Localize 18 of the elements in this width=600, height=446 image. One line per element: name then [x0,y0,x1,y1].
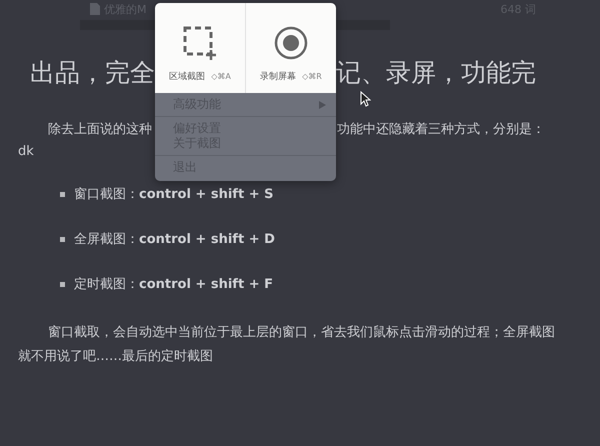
dashed-selection-icon [183,26,217,60]
capture-action[interactable]: 区域截图 ◇⌘A [155,3,245,93]
paragraph-text: dk [18,144,34,159]
bullet-icon [60,236,65,242]
list-item-text: 窗口截图：control + shift + S [74,186,274,203]
paragraph-text: 功能中还隐藏着三种方式，分别是： [337,121,546,138]
document-icon [90,3,100,15]
mouse-pointer-icon [360,91,371,107]
bullet-icon [60,282,65,286]
list-item-text: 全屏截图：control + shift + D [74,231,275,248]
heading-text: 记、录屏，功能完 [336,56,536,88]
record-icon [274,26,308,60]
paragraph-text: 窗口截取，会自动选中当前位于最上层的窗口，省去我们鼠标点击滑动的过程；全屏截图就不用说了吧……最后的定时截图 [17,324,556,366]
heading-text: 出品，完全 [30,56,155,88]
paragraph-text: 除去上面说的这种 [48,121,152,138]
submenu-arrow-icon [319,100,326,108]
bullet-icon [60,192,65,196]
list-item-text: 定时截图：control + shift + F [74,276,273,293]
